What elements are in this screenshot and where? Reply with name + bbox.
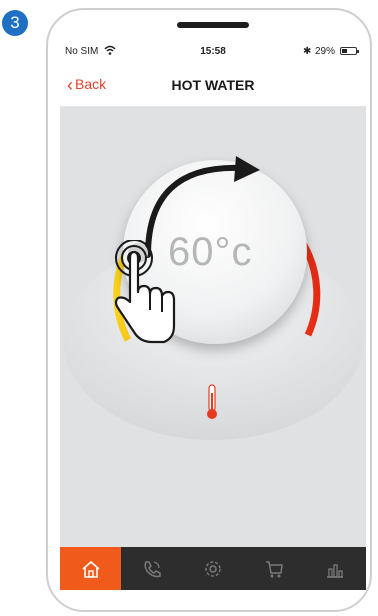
app-screen: No SIM 15:58 ✱ 29% ‹ Back HOT WATER 60°c [60, 40, 366, 590]
phone-speaker [177, 22, 249, 28]
gear-icon [205, 560, 221, 577]
tab-home[interactable] [60, 547, 122, 590]
step-number-badge: 3 [2, 10, 28, 36]
thermometer-icon [207, 384, 217, 419]
chart-icon [327, 563, 344, 578]
tab-bar [60, 547, 366, 590]
cart-icon [266, 560, 284, 577]
temperature-display: 60°c [168, 230, 253, 274]
tab-statistics[interactable] [305, 547, 366, 590]
phone-icon [144, 560, 161, 577]
touch-gesture-icon [114, 240, 176, 344]
thermostat-dial[interactable] [60, 40, 366, 547]
home-icon [82, 560, 100, 578]
tab-cart[interactable] [244, 547, 305, 590]
tab-phone[interactable] [121, 547, 182, 590]
tab-settings[interactable] [182, 547, 243, 590]
